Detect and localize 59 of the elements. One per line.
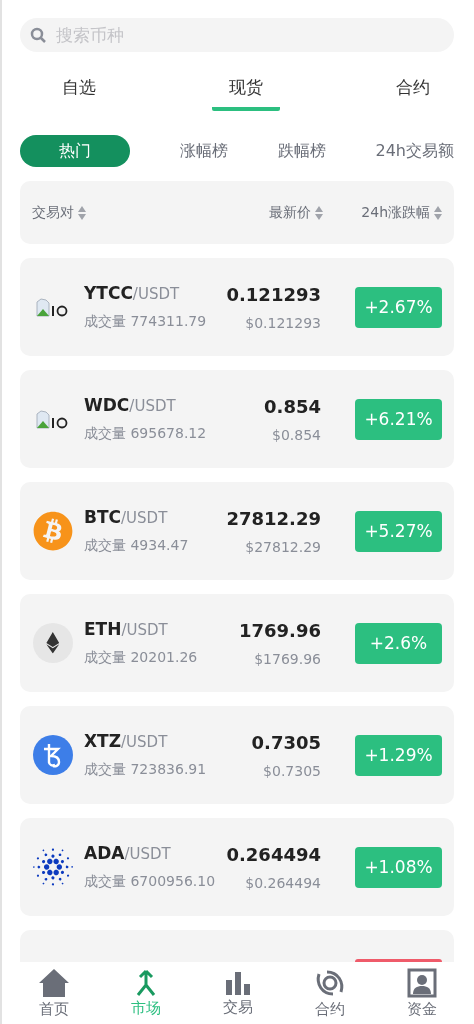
column-header[interactable]: 24h涨跌幅 xyxy=(361,203,430,222)
last-price: 0.264494 xyxy=(226,843,321,865)
market-row[interactable]: ADA/USDT 成交量 6700956.10 0.264494 $0.264494 +1.08% xyxy=(20,818,454,916)
usd-price: $0.7305 xyxy=(263,762,321,779)
usd-price: $1769.96 xyxy=(254,650,321,667)
last-price: 27812.29 xyxy=(226,507,321,529)
pair-name: YTCC/USDT xyxy=(84,283,181,303)
volume-text: 成交量 6700956.10 xyxy=(84,873,217,891)
nav-item[interactable]: 资金 xyxy=(387,967,457,1019)
bar-chart-icon xyxy=(225,969,251,996)
column-header[interactable]: 交易对 xyxy=(32,203,74,222)
filter-tab[interactable]: 热门 xyxy=(20,135,130,167)
market-row[interactable]: WDC/USDT 成交量 695678.12 0.854 $0.854 +6.21% xyxy=(20,370,454,468)
market-row[interactable]: ETH/USDT 成交量 20201.26 1769.96 $1769.96 +2.6% xyxy=(20,594,454,692)
last-price: 0.7305 xyxy=(251,731,321,753)
last-price: 0.121293 xyxy=(226,283,321,305)
nav-item[interactable]: 首页 xyxy=(19,967,89,1019)
volume-text: 成交量 723836.91 xyxy=(84,761,208,779)
tezos-icon xyxy=(33,735,73,775)
pair-name: ETH/USDT xyxy=(84,619,169,639)
nav-item[interactable]: 合约 xyxy=(295,967,365,1019)
user-card-icon xyxy=(407,967,437,998)
ethereum-icon xyxy=(33,623,73,663)
volume-text: 成交量 20201.26 xyxy=(84,649,199,667)
broken-image-icon xyxy=(36,296,70,318)
filter-tab[interactable]: 跌幅榜 xyxy=(277,135,326,167)
usd-price: $0.121293 xyxy=(245,314,321,331)
broken-image-icon xyxy=(36,408,70,430)
market-row[interactable]: XTZ/USDT 成交量 723836.91 0.7305 $0.7305 +1.29% xyxy=(20,706,454,804)
usd-price: $0.264494 xyxy=(245,874,321,891)
search-icon xyxy=(30,27,46,43)
volume-text: 成交量 774311.79 xyxy=(84,313,208,331)
tab[interactable]: 合约 xyxy=(396,76,430,111)
sort-icon[interactable] xyxy=(78,204,86,221)
sort-icon[interactable] xyxy=(434,204,442,221)
tab[interactable]: 自选 xyxy=(62,76,96,111)
filter-tab[interactable]: 24h交易额 xyxy=(375,135,454,167)
pair-name: XTZ/USDT xyxy=(84,731,169,751)
home-icon xyxy=(38,967,70,998)
volume-text: 成交量 695678.12 xyxy=(84,425,208,443)
last-price: 1769.96 xyxy=(239,619,321,641)
sort-icon[interactable] xyxy=(315,204,324,221)
usd-price: $27812.29 xyxy=(245,538,321,555)
tab[interactable]: 现货 xyxy=(212,76,280,111)
volume-text: 成交量 4934.47 xyxy=(84,537,190,555)
last-price: 0.854 xyxy=(264,395,321,417)
change-badge[interactable] xyxy=(355,959,442,962)
bitcoin-icon xyxy=(33,511,73,551)
market-row[interactable]: BTC/USDT 成交量 4934.47 27812.29 $27812.29 +5.27% xyxy=(20,482,454,580)
column-header[interactable]: 最新价 xyxy=(269,203,312,222)
nav-item[interactable]: 交易 xyxy=(203,969,273,1017)
pair-name: BTC/USDT xyxy=(84,507,169,527)
usd-price: $0.854 xyxy=(272,426,321,443)
cardano-icon xyxy=(33,847,73,887)
pair-name: ADA/USDT xyxy=(84,843,172,863)
pair-name: WDC/USDT xyxy=(84,395,177,415)
filter-tab[interactable]: 涨幅榜 xyxy=(179,135,228,167)
market-row[interactable]: YTCC/USDT 成交量 774311.79 0.121293 $0.121293 +2.67% xyxy=(20,258,454,356)
merge-arrow-icon xyxy=(135,968,157,997)
